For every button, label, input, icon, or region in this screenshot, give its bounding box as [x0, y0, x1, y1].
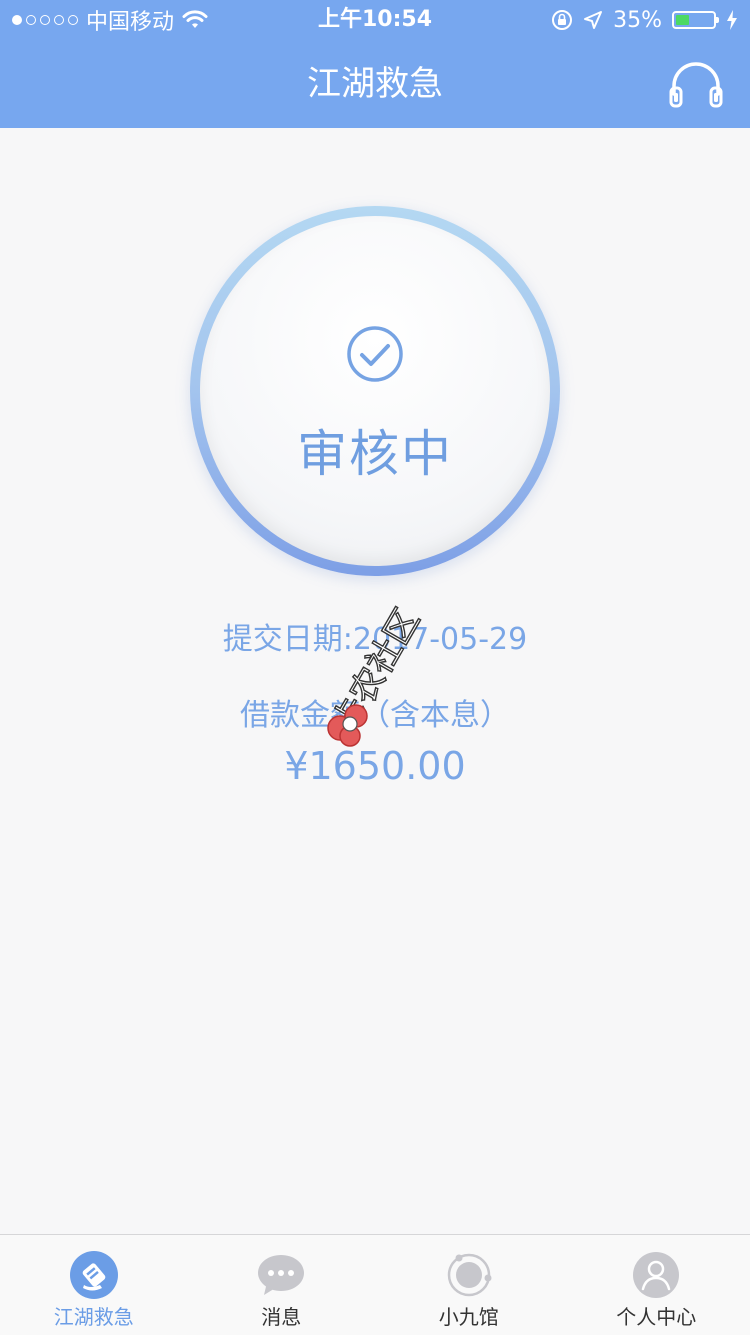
page-title: 江湖救急 [0, 60, 750, 108]
status-circle-inner: 审核中 [200, 216, 550, 566]
orientation-lock-icon [551, 9, 573, 31]
battery-icon [672, 11, 716, 29]
tab-label: 江湖救急 [0, 1301, 188, 1330]
battery-percent: 35% [613, 8, 662, 33]
tab-label: 消息 [188, 1301, 376, 1330]
status-circle: 审核中 [190, 206, 560, 576]
tab-bar: 江湖救急 消息 小九馆 个人中心 [0, 1234, 750, 1335]
message-icon [257, 1251, 305, 1299]
charging-icon [726, 10, 738, 30]
headset-icon[interactable] [668, 58, 724, 110]
review-status-label: 审核中 [200, 414, 550, 486]
nav-bar: 江湖救急 [0, 40, 750, 128]
tab-label: 小九馆 [375, 1301, 563, 1330]
tab-messages[interactable]: 消息 [188, 1235, 376, 1335]
status-bar: 中国移动 上午10:54 35% [0, 0, 750, 40]
planet-icon [445, 1251, 493, 1299]
watermark-logo: 卡农社区 [312, 588, 448, 758]
tab-profile[interactable]: 个人中心 [563, 1235, 750, 1335]
tab-label: 个人中心 [563, 1301, 750, 1330]
tab-xiaojiuguan[interactable]: 小九馆 [375, 1235, 563, 1335]
tab-emergency[interactable]: 江湖救急 [0, 1235, 188, 1335]
user-icon [632, 1251, 680, 1299]
status-right: 35% [551, 6, 738, 34]
location-icon [583, 10, 603, 30]
emergency-icon [70, 1251, 118, 1299]
battery-fill [676, 15, 689, 25]
check-circle-icon [345, 324, 405, 384]
